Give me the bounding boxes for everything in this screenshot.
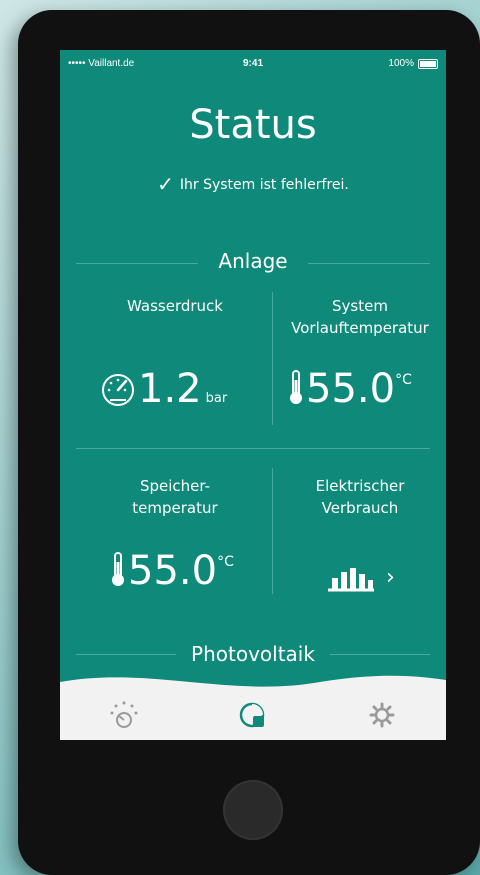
system-label-line2: Vorlauftemperatur [291, 319, 429, 337]
battery-icon [418, 58, 438, 69]
thermometer-icon [112, 552, 124, 586]
wasserdruck-unit: bar [205, 391, 228, 406]
speicher-value: 55.0 [128, 548, 218, 594]
system-label-line1: System [332, 297, 388, 315]
bar-chart-icon [328, 568, 374, 592]
system-status: ✓ Ihr System ist fehlerfrei. [60, 172, 446, 196]
tile-label-speicher: Speicher- temperatur [80, 475, 270, 519]
elektrisch-label-line1: Elektrischer [315, 477, 405, 495]
nav-settings[interactable] [362, 695, 402, 735]
battery-percent: 100% [388, 58, 414, 69]
tile-label-wasserdruck: Wasserdruck [80, 295, 270, 317]
speicher-label-line2: temperatur [132, 499, 218, 517]
divider [272, 292, 273, 425]
settings-icon [369, 702, 395, 728]
thermometer-icon [290, 370, 302, 404]
heating-icon [110, 701, 138, 728]
wasserdruck-value: 1.2 [138, 366, 202, 412]
wasserdruck-label: Wasserdruck [127, 297, 223, 315]
section-title-anlage: Anlage [218, 249, 288, 273]
divider [272, 468, 273, 594]
chevron-right-icon: › [386, 564, 395, 590]
app-screen: ••••• Vaillant.de 9:41 100% Status ✓ Ihr … [60, 50, 446, 740]
battery-indicator: 100% [388, 58, 438, 69]
tile-label-elektrisch: Elektrischer Verbrauch [274, 475, 446, 519]
nav-heating[interactable] [104, 695, 144, 735]
tile-elektrisch[interactable]: › [326, 562, 395, 592]
tile-system-vorlauf[interactable]: 55.0°C [286, 366, 412, 412]
section-title-photovoltaik: Photovoltaik [191, 642, 315, 666]
tile-speicher[interactable]: 55.0°C [108, 548, 234, 594]
speicher-unit: °C [217, 554, 234, 570]
nav-status[interactable] [233, 695, 273, 735]
bottom-nav [60, 690, 446, 740]
system-value: 55.0 [306, 366, 396, 412]
divider [76, 448, 430, 449]
status-icon [239, 702, 265, 728]
tile-wasserdruck[interactable]: 1.2 bar [98, 366, 227, 412]
elektrisch-label-line2: Verbrauch [321, 499, 399, 517]
status-bar: ••••• Vaillant.de 9:41 100% [60, 56, 446, 72]
system-status-text: Ihr System ist fehlerfrei. [179, 177, 349, 193]
checkmark-icon: ✓ [157, 172, 174, 196]
speicher-label-line1: Speicher- [139, 477, 211, 495]
tile-label-system: System Vorlauftemperatur [274, 295, 446, 339]
phone-frame: ••••• Vaillant.de 9:41 100% Status ✓ Ihr … [18, 10, 480, 875]
system-unit: °C [395, 372, 412, 388]
gauge-icon [102, 374, 134, 406]
home-button[interactable] [223, 780, 283, 840]
page-title: Status [189, 102, 317, 148]
